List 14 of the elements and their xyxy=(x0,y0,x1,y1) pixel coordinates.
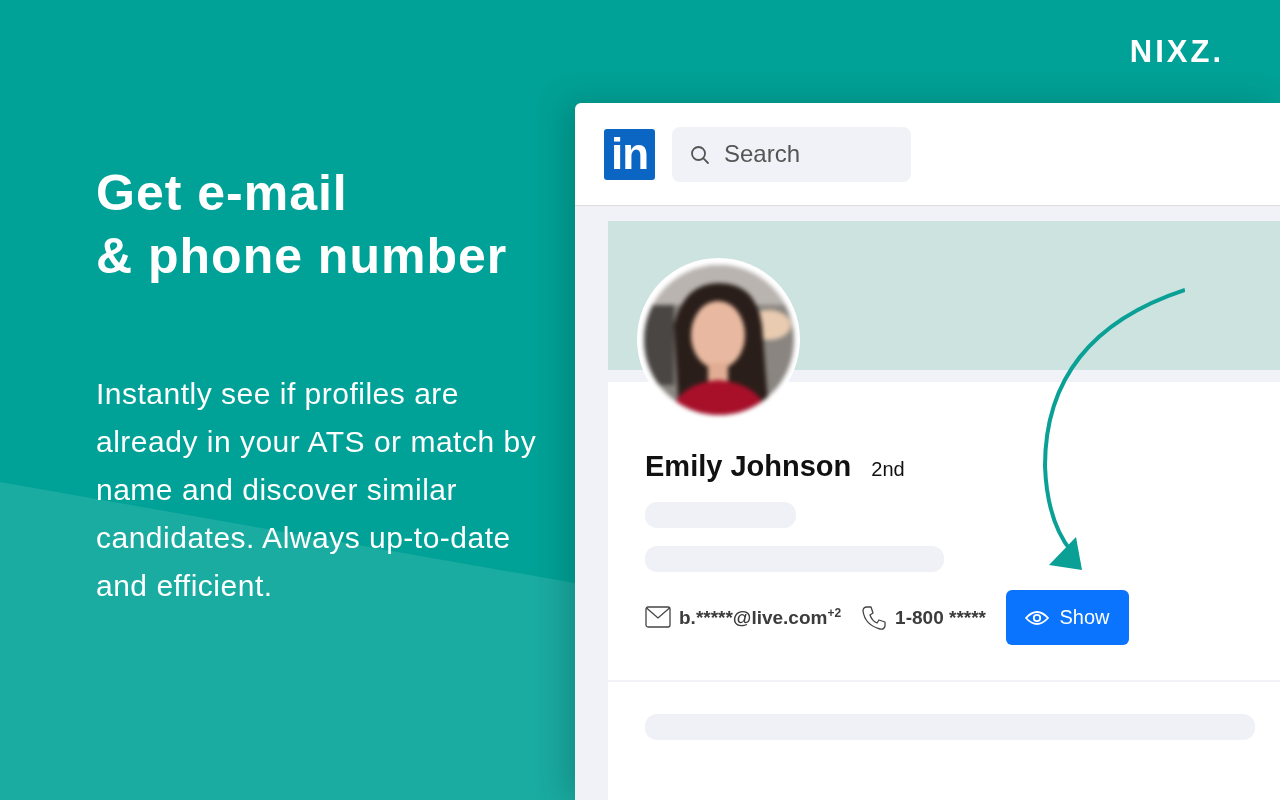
envelope-icon xyxy=(645,606,671,629)
description: Instantly see if profiles are already in your ATS or match by name and discover similar candidates. Always up-to-date and efficient. xyxy=(96,376,538,604)
headline: & phone number xyxy=(96,227,509,286)
email-address: b.*****@live.com$^{+2}$ xyxy=(679,605,842,630)
phone-number: 1-800 ***** xyxy=(895,606,986,629)
connection-degree: 2nd xyxy=(871,458,905,481)
network-logo: in xyxy=(604,128,655,180)
show-button[interactable]: Show xyxy=(1005,590,1129,645)
headline: Get e-mail xyxy=(96,164,349,223)
brand-logo: NIXZ. xyxy=(1129,34,1224,71)
search-field[interactable]: Search xyxy=(672,126,911,182)
profile-name: Emily Johnson xyxy=(645,450,852,483)
phone-icon xyxy=(861,604,888,631)
eye-icon xyxy=(1025,609,1050,626)
